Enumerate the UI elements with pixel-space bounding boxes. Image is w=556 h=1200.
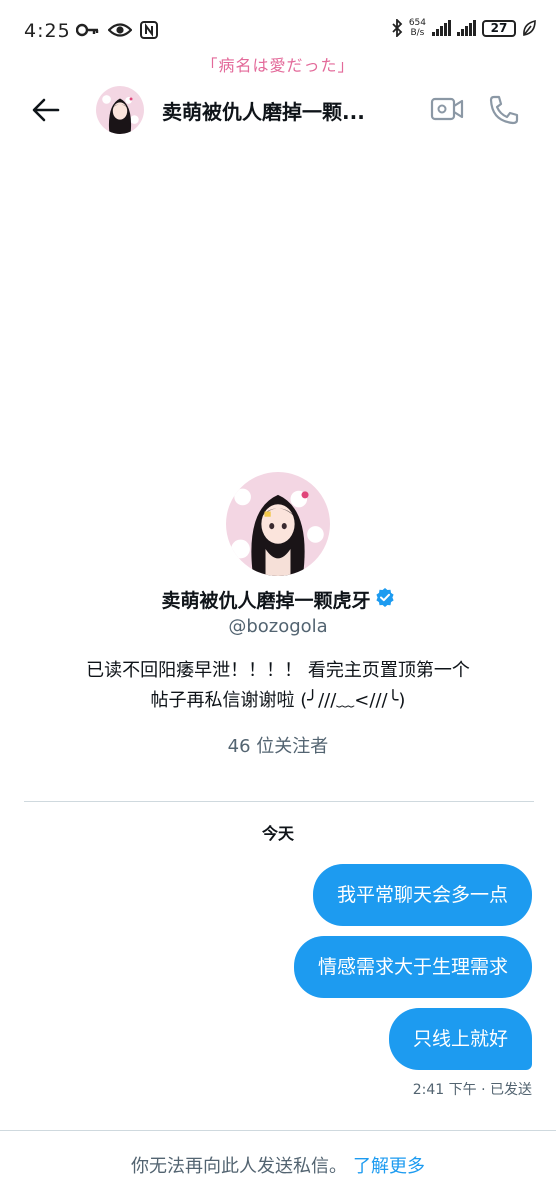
video-call-button[interactable]: [430, 94, 464, 124]
profile-bio-line: 帖子再私信谢谢啦 (╯///﹏<///╰): [150, 690, 406, 711]
phone-icon: [489, 95, 519, 125]
status-right-icons: 654 B/s 27: [391, 18, 536, 38]
footer-divider: [0, 1130, 556, 1131]
date-separator: 今天: [261, 824, 294, 843]
avatar-image: [96, 86, 144, 134]
video-camera-icon: [430, 97, 464, 121]
message-status: 2:41 下午 · 已发送: [412, 1082, 532, 1098]
dm-disabled-notice: 你无法再向此人发送私信。 了解更多: [0, 1152, 556, 1178]
network-speed-value: 654: [408, 18, 426, 28]
network-speed: 654 B/s: [409, 18, 426, 38]
profile-avatar-image: [226, 472, 330, 576]
back-button[interactable]: [28, 92, 64, 128]
header-title[interactable]: 卖萌被仇人磨掉一颗...: [162, 96, 410, 125]
profile-bio: 已读不回阳痿早泄！！！！ 看完主页置顶第一个 帖子再私信谢谢啦 (╯///﹏</…: [40, 656, 516, 716]
header-avatar[interactable]: [96, 86, 144, 134]
voice-call-button[interactable]: [486, 94, 520, 126]
status-time: 4:25: [24, 20, 71, 42]
profile-name-text: 卖萌被仇人磨掉一颗虎牙: [161, 590, 371, 612]
signal-icon-1: [432, 20, 451, 36]
profile-avatar[interactable]: [226, 472, 330, 576]
profile-followers[interactable]: 46 位关注者: [0, 732, 556, 758]
profile-handle[interactable]: @bozogola: [0, 616, 556, 637]
eye-icon: [108, 23, 132, 37]
learn-more-link[interactable]: 了解更多: [353, 1156, 425, 1177]
divider: [24, 801, 534, 802]
message-bubble[interactable]: 我平常聊天会多一点: [312, 864, 532, 926]
dm-disabled-text: 你无法再向此人发送私信。: [131, 1156, 347, 1177]
battery-indicator: 27: [482, 19, 516, 37]
profile-name: 卖萌被仇人磨掉一颗虎牙: [0, 586, 556, 613]
leaf-icon: [523, 20, 536, 36]
nfc-icon: [140, 21, 158, 39]
message-bubble[interactable]: 只线上就好: [388, 1008, 532, 1070]
signal-icon-2: [457, 20, 476, 36]
status-left-icons: [76, 21, 158, 39]
bluetooth-icon: [392, 19, 403, 37]
profile-bio-line: 已读不回阳痿早泄！！！！ 看完主页置顶第一个: [86, 660, 470, 681]
back-arrow-icon: [32, 98, 60, 122]
key-icon: [76, 23, 99, 37]
network-speed-unit: B/s: [410, 28, 425, 38]
message-bubble[interactable]: 情感需求大于生理需求: [293, 936, 532, 998]
conversation-header: 卖萌被仇人磨掉一颗...: [0, 72, 556, 144]
verified-badge-icon: [375, 587, 395, 612]
